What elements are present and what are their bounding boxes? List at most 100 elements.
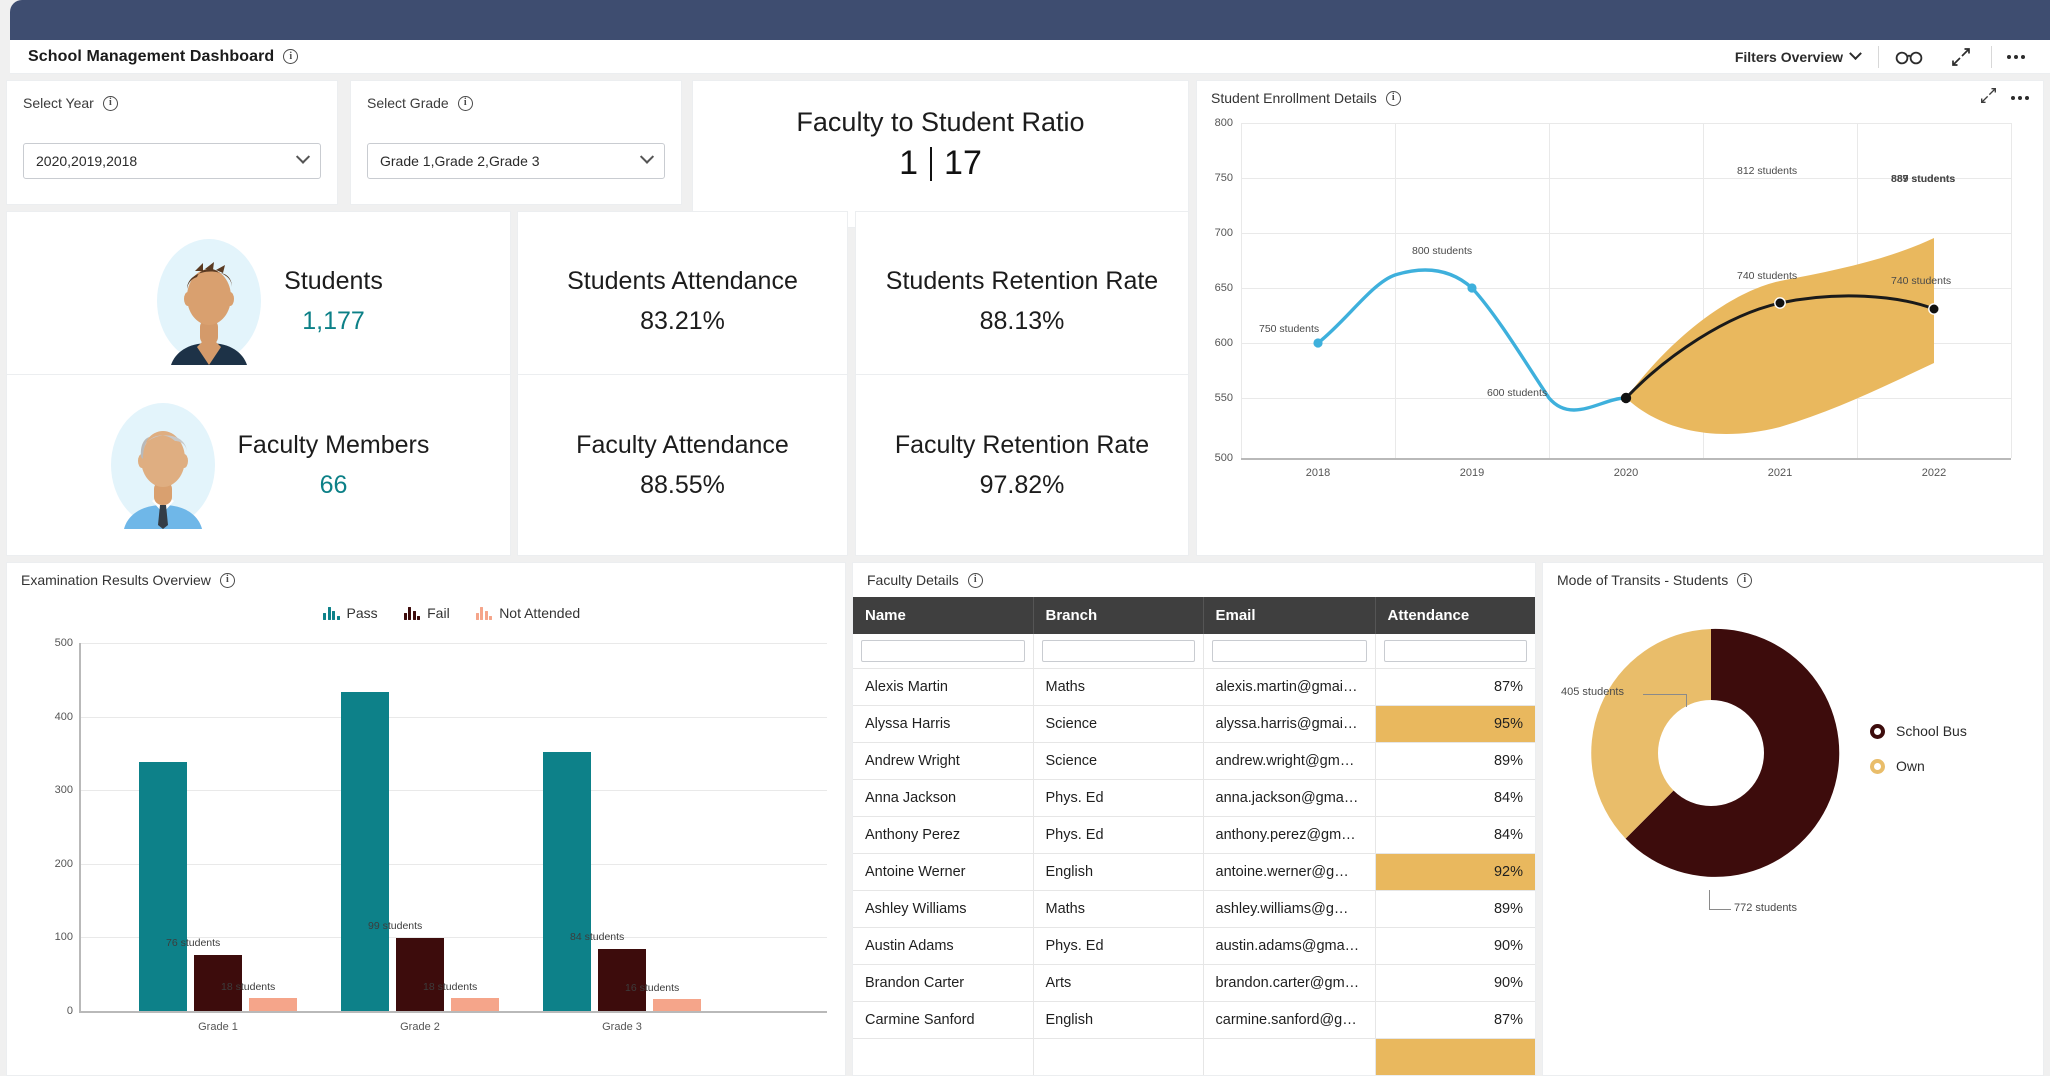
table-header-row: Name Branch Email Attendance (853, 597, 1535, 634)
bar-fail-grade-2[interactable] (396, 938, 444, 1011)
column-header-name[interactable]: Name (853, 597, 1034, 634)
y-tick: 300 (54, 784, 73, 796)
cell-email: andrew.wright@gm… (1203, 742, 1376, 780)
kpi-students-attendance: Students Attendance 83.21% (517, 211, 848, 391)
select-grade-dropdown[interactable]: Grade 1,Grade 2,Grade 3 (367, 143, 665, 179)
table-row[interactable]: Andrew Wright Science andrew.wright@gm… … (853, 742, 1535, 780)
more-options-icon[interactable] (2011, 96, 2029, 100)
panel-title: Examination Results Overview (21, 572, 211, 588)
mode-of-transits-panel: Mode of Transits - Students i 405 studen… (1542, 562, 2044, 1076)
cell-attendance: 89% (1375, 742, 1535, 780)
info-icon[interactable]: i (967, 572, 983, 588)
cell-email: ashley.williams@g… (1203, 890, 1376, 928)
table-row[interactable]: Alyssa Harris Science alyssa.harris@gmai… (853, 705, 1535, 743)
panel-title: Mode of Transits - Students (1557, 572, 1729, 588)
cell-email: alexis.martin@gmai… (1203, 668, 1376, 706)
y-tick: 500 (54, 637, 73, 649)
table-row[interactable]: Austin Adams Phys. Ed austin.adams@gma… … (853, 927, 1535, 965)
table-row[interactable]: Carmine Sanford English carmine.sanford@… (853, 1001, 1535, 1039)
table-row[interactable]: Alexis Martin Maths alexis.martin@gmai… … (853, 668, 1535, 706)
faculty-avatar (88, 401, 238, 529)
column-header-branch[interactable]: Branch (1033, 597, 1204, 634)
filter-input-branch[interactable] (1041, 640, 1195, 662)
dashboard-app: School Management Dashboard i Filters Ov… (0, 0, 2050, 1076)
cell-branch: Phys. Ed (1033, 927, 1204, 965)
x-axis (79, 1011, 827, 1013)
bar-label: 16 students (625, 982, 680, 994)
panel-title: Faculty Details (867, 572, 959, 588)
info-icon[interactable]: i (219, 572, 235, 588)
table-row[interactable]: Anna Jackson Phys. Ed anna.jackson@gma… … (853, 779, 1535, 817)
bar-not-attended-grade-1[interactable] (249, 998, 297, 1011)
kpi-label: Faculty Attendance (576, 430, 789, 459)
table-row[interactable]: Anthony Perez Phys. Ed anthony.perez@gm…… (853, 816, 1535, 854)
cell-branch: Phys. Ed (1033, 816, 1204, 854)
chevron-down-icon (1849, 47, 1862, 61)
ratio-divider (930, 146, 933, 181)
legend-item-school-bus[interactable]: School Bus (1870, 723, 1967, 739)
donut-legend: School Bus Own (1870, 723, 1967, 774)
bar-not-attended-grade-3[interactable] (653, 999, 701, 1011)
select-year-dropdown[interactable]: 2020,2019,2018 (23, 143, 321, 179)
legend-item-not-attended[interactable]: Not Attended (475, 605, 580, 621)
cell-branch: English (1033, 1001, 1204, 1039)
x-tick: Grade 2 (400, 1021, 440, 1033)
kpi-faculty-members: Faculty Members 66 (6, 374, 511, 556)
legend-label: Fail (427, 605, 450, 621)
info-icon[interactable]: i (457, 95, 473, 111)
info-icon[interactable]: i (1385, 90, 1401, 106)
info-icon[interactable]: i (283, 49, 299, 64)
kpi-faculty-attendance: Faculty Attendance 88.55% (517, 374, 848, 556)
ratio-right: 17 (944, 144, 982, 182)
bar-fail-grade-3[interactable] (598, 949, 646, 1011)
cell-attendance: 84% (1375, 816, 1535, 854)
toolbar-divider-2 (1991, 45, 1992, 68)
glasses-icon[interactable] (1883, 42, 1935, 72)
select-year-label: Select Year i (23, 95, 321, 111)
bar-chart-legend: Pass Fail Not Attended (323, 605, 580, 621)
bar-pass-grade-2[interactable] (341, 692, 389, 1011)
table-row[interactable]: Ashley Williams Maths ashley.williams@g…… (853, 890, 1535, 928)
kpi-value: 97.82% (979, 471, 1065, 500)
transits-donut-chart (1581, 623, 1841, 883)
data-point (1313, 338, 1323, 348)
cell-name: Anthony Perez (853, 816, 1034, 854)
legend-item-pass[interactable]: Pass (323, 605, 378, 621)
data-label: 812 students (1737, 165, 1798, 177)
kpi-value: 88.55% (640, 471, 725, 500)
dashboard-title-bar: School Management Dashboard i Filters Ov… (10, 40, 2050, 74)
kpi-students-text: Students 1,177 (284, 266, 383, 336)
bar-not-attended-grade-2[interactable] (451, 998, 499, 1011)
table-row[interactable]: Brandon Carter Arts brandon.carter@gm… 9… (853, 964, 1535, 1002)
table-row-partial[interactable] (853, 1038, 1535, 1075)
bar-pass-grade-1[interactable] (139, 762, 187, 1011)
cell-name: Ashley Williams (853, 890, 1034, 928)
data-label: 740 students (1737, 270, 1798, 282)
info-icon[interactable]: i (102, 95, 118, 111)
legend-label: Pass (346, 605, 378, 621)
bar-label: 18 students (423, 981, 478, 993)
cell-name: Andrew Wright (853, 742, 1034, 780)
data-point (1928, 303, 1940, 315)
filters-overview-button[interactable]: Filters Overview (1721, 47, 1874, 65)
bar-pass-grade-3[interactable] (543, 752, 591, 1011)
filter-input-name[interactable] (861, 640, 1025, 662)
filter-input-attendance[interactable] (1383, 640, 1527, 662)
cell-email: anthony.perez@gm… (1203, 816, 1376, 854)
kpi-faculty-retention-rate: Faculty Retention Rate 97.82% (855, 374, 1189, 556)
leader-line (1709, 890, 1711, 910)
expand-arrows-icon[interactable] (1980, 87, 1997, 109)
column-header-attendance[interactable]: Attendance (1375, 597, 1535, 634)
filter-input-email[interactable] (1211, 640, 1367, 662)
legend-item-own[interactable]: Own (1870, 758, 1967, 774)
table-row[interactable]: Antoine Werner English antoine.werner@g…… (853, 853, 1535, 891)
examination-results-panel: Examination Results Overview i Pass Fail (6, 562, 846, 1076)
more-options-icon[interactable] (1996, 42, 2036, 72)
select-grade-card: Select Grade i Grade 1,Grade 2,Grade 3 (350, 80, 682, 205)
data-point (1774, 297, 1786, 309)
column-header-email[interactable]: Email (1203, 597, 1376, 634)
info-icon[interactable]: i (1737, 572, 1753, 588)
expand-arrows-icon[interactable] (1935, 42, 1987, 72)
faculty-table-container[interactable]: Name Branch Email Attendance Alexis Mart… (853, 597, 1535, 1075)
legend-item-fail[interactable]: Fail (403, 605, 450, 621)
